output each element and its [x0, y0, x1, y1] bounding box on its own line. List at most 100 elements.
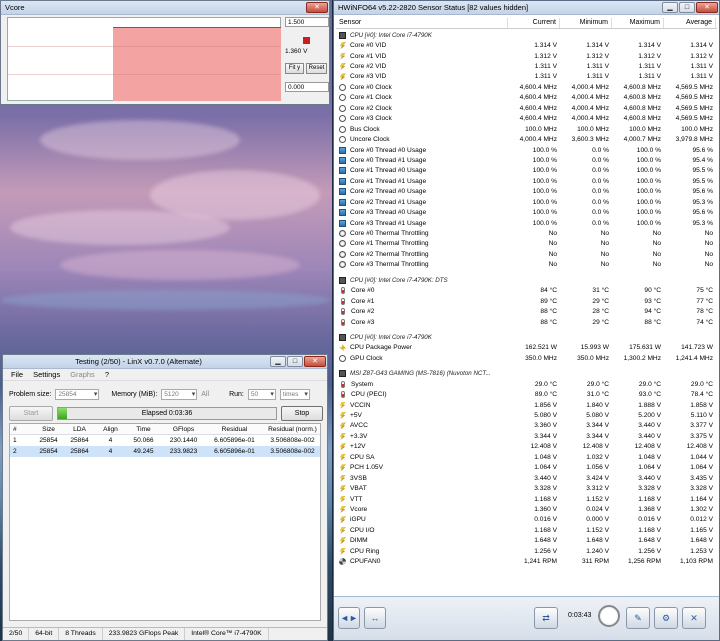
results-column-header[interactable]: Time	[124, 424, 160, 434]
network-icon[interactable]: ⇄	[534, 607, 558, 629]
sensor-row[interactable]: Core #1 89 °C 29 °C 93 °C 77 °C	[336, 296, 717, 306]
sensor-row[interactable]: Core #2 Thermal Throttling No No No No	[336, 249, 717, 259]
sensor-row[interactable]: Vcore 1.360 V 0.024 V 1.368 V 1.302 V	[336, 504, 717, 514]
memory-all-checkbox[interactable]: All	[201, 391, 209, 398]
results-column-header[interactable]: GFlops	[160, 424, 204, 434]
column-header-maximum[interactable]: Maximum	[612, 18, 664, 28]
linx-minimize-button[interactable]: ▁	[270, 356, 286, 367]
reset-button[interactable]: Reset	[306, 63, 327, 74]
sensor-row[interactable]: CPU (PECI) 89.0 °C 31.0 °C 93.0 °C 78.4 °C	[336, 389, 717, 399]
sensor-row[interactable]: Core #0 Thread #0 Usage 100.0 % 0.0 % 100.0…	[336, 145, 717, 155]
sensor-row[interactable]: CPU SA 1.048 V 1.032 V 1.048 V 1.044 V	[336, 452, 717, 462]
sensor-row[interactable]: Core #0 Thermal Throttling No No No No	[336, 228, 717, 238]
vcore-min-field[interactable]: 0.000	[285, 82, 329, 92]
sensor-row[interactable]: Core #1 VID 1.312 V 1.312 V 1.312 V 1.312 V	[336, 51, 717, 61]
results-column-header[interactable]: Size	[32, 424, 62, 434]
results-row[interactable]: 1 25854 25864 4 50.066 230.1440 6.605896e-01 3.…	[10, 435, 320, 446]
sensor-row[interactable]: Core #2 Thread #1 Usage 100.0 % 0.0 % 100.0…	[336, 197, 717, 207]
linx-titlebar[interactable]: Testing (2/50) - LinX v0.7.0 (Alternate)…	[3, 355, 327, 369]
sensor-row[interactable]: Uncore Clock 4,000.4 MHz 3,600.3 MHz 4,000.…	[336, 134, 717, 144]
start-button[interactable]: Start	[9, 406, 53, 421]
sensor-row[interactable]: Core #1 Thread #0 Usage 100.0 % 0.0 % 100.0…	[336, 166, 717, 176]
minimize-button[interactable]: ▁	[662, 2, 678, 13]
expand-icon[interactable]: ↔	[364, 607, 386, 629]
sensor-row[interactable]: CPU I/O 1.168 V 1.152 V 1.168 V 1.165 V	[336, 525, 717, 535]
close-button[interactable]: ✕	[696, 2, 718, 13]
sensor-row[interactable]: 3VSB 3.440 V 3.424 V 3.440 V 3.435 V	[336, 473, 717, 483]
results-column-header[interactable]: #	[10, 424, 32, 434]
menu-help[interactable]: ?	[105, 369, 109, 380]
sensor-row[interactable]: GPU Clock 350.0 MHz 350.0 MHz 1,300.2 MHz 1,…	[336, 353, 717, 363]
sensor-row[interactable]: Core #0 Clock 4,600.4 MHz 4,000.4 MHz 4,600…	[336, 82, 717, 92]
sensor-row[interactable]: Core #2 VID 1.311 V 1.311 V 1.311 V 1.311 V	[336, 61, 717, 71]
sensor-row[interactable]: DIMM 1.648 V 1.648 V 1.648 V 1.648 V	[336, 536, 717, 546]
exit-icon[interactable]: ✕	[682, 607, 706, 629]
fit-y-button[interactable]: Fit y	[285, 63, 304, 74]
sensor-row[interactable]: Bus Clock 100.0 MHz 100.0 MHz 100.0 MHz 100.…	[336, 124, 717, 134]
sensor-row[interactable]: Core #1 Thermal Throttling No No No No	[336, 239, 717, 249]
sensor-row[interactable]: VBAT 3.328 V 3.312 V 3.328 V 3.328 V	[336, 483, 717, 493]
results-row[interactable]: 2 25854 25864 4 49.245 233.9823 6.605896e-01 3.…	[10, 446, 320, 457]
sensor-row[interactable]: AVCC 3.360 V 3.344 V 3.440 V 3.377 V	[336, 421, 717, 431]
menu-graphs[interactable]: Graphs	[70, 369, 95, 380]
sensor-row[interactable]: Core #3 Clock 4,600.4 MHz 4,000.4 MHz 4,600…	[336, 114, 717, 124]
menu-settings[interactable]: Settings	[33, 369, 60, 380]
sensor-row[interactable]: Core #1 Clock 4,600.4 MHz 4,000.4 MHz 4,600…	[336, 93, 717, 103]
column-header-average[interactable]: Average	[664, 18, 716, 28]
column-header-sensor[interactable]: Sensor	[336, 18, 508, 28]
stop-button[interactable]: Stop	[281, 406, 323, 421]
linx-close-button[interactable]: ✕	[304, 356, 326, 367]
menu-file[interactable]: File	[11, 369, 23, 380]
sensor-row[interactable]: +12V 12.408 V 12.408 V 12.408 V 12.408 V	[336, 442, 717, 452]
results-column-header[interactable]: LDA	[62, 424, 94, 434]
run-unit-select[interactable]: times	[279, 389, 310, 400]
sensor-row[interactable]: Core #2 88 °C 28 °C 94 °C 78 °C	[336, 306, 717, 316]
sensor-row[interactable]: Core #2 Clock 4,600.4 MHz 4,000.4 MHz 4,600…	[336, 103, 717, 113]
sensor-row[interactable]: Core #0 VID 1.314 V 1.314 V 1.314 V 1.314 V	[336, 40, 717, 50]
sensor-group-header[interactable]: CPU [#0]: Intel Core i7-4790K	[336, 332, 717, 342]
sensor-group-header[interactable]: CPU [#0]: Intel Core i7-4790K	[336, 30, 717, 40]
sensor-row[interactable]: Core #3 88 °C 29 °C 88 °C 74 °C	[336, 317, 717, 327]
sensor-row[interactable]: Core #0 84 °C 31 °C 90 °C 75 °C	[336, 286, 717, 296]
sensor-row[interactable]: System 29.0 °C 29.0 °C 29.0 °C 29.0 °C	[336, 379, 717, 389]
column-header-minimum[interactable]: Minimum	[560, 18, 612, 28]
linx-maximize-button[interactable]: □	[287, 356, 303, 367]
sensor-row[interactable]: +5V 5.080 V 5.080 V 5.200 V 5.110 V	[336, 410, 717, 420]
report-icon[interactable]: ✎	[626, 607, 650, 629]
results-column-header[interactable]: Residual (norm.)	[262, 424, 320, 434]
sensor-row[interactable]: Core #3 Thermal Throttling No No No No	[336, 260, 717, 270]
sensor-row[interactable]: CPU Ring 1.256 V 1.240 V 1.256 V 1.253 V	[336, 546, 717, 556]
sensor-row[interactable]: CPUFAN0 1,241 RPM 311 RPM 1,256 RPM 1,103 RP…	[336, 556, 717, 566]
column-header-current[interactable]: Current	[508, 18, 560, 28]
vcore-max-field[interactable]: 1.500	[285, 17, 329, 27]
sensor-row[interactable]: CPU Package Power 162.521 W 15.993 W 175.63…	[336, 343, 717, 353]
problem-size-select[interactable]: 25854	[55, 389, 100, 400]
sensor-current: 89 °C	[540, 297, 557, 305]
results-column-header[interactable]: Align	[94, 424, 124, 434]
sensor-group-header[interactable]: MSI Z87-G43 GAMING (MS-7816) (Nuvoton NC…	[336, 369, 717, 379]
sensor-row[interactable]: Core #3 Thread #0 Usage 100.0 % 0.0 % 100.0…	[336, 207, 717, 217]
sensor-row[interactable]: VTT 1.168 V 1.152 V 1.168 V 1.164 V	[336, 494, 717, 504]
vcore-color-swatch[interactable]	[303, 37, 310, 44]
nav-left-right-icon[interactable]: ◄►	[338, 607, 360, 629]
sensor-row[interactable]: +3.3V 3.344 V 3.344 V 3.440 V 3.375 V	[336, 431, 717, 441]
sensor-row[interactable]: Core #2 Thread #0 Usage 100.0 % 0.0 % 100.0…	[336, 187, 717, 197]
vcore-close-button[interactable]: ✕	[306, 2, 328, 13]
vcore-titlebar[interactable]: Vcore ✕	[1, 1, 329, 15]
results-column-header[interactable]: Residual	[204, 424, 262, 434]
sensor-group-header[interactable]: CPU [#0]: Intel Core i7-4790K: DTS	[336, 275, 717, 285]
memory-select[interactable]: 5120	[161, 389, 198, 400]
run-count-select[interactable]: 50	[247, 389, 276, 400]
sensor-row[interactable]: Core #3 Thread #1 Usage 100.0 % 0.0 % 100.0…	[336, 218, 717, 228]
sensor-row[interactable]: Core #0 Thread #1 Usage 100.0 % 0.0 % 100.0…	[336, 155, 717, 165]
sensor-row[interactable]: iGPU 0.016 V 0.000 V 0.016 V 0.012 V	[336, 515, 717, 525]
sensor-row[interactable]: Core #3 VID 1.311 V 1.311 V 1.311 V 1.311 V	[336, 72, 717, 82]
maximize-button[interactable]: □	[679, 2, 695, 13]
hwinfo-titlebar[interactable]: HWiNFO64 v5.22-2820 Sensor Status [82 va…	[334, 1, 719, 15]
sensor-row[interactable]: VCCIN 1.856 V 1.840 V 1.888 V 1.858 V	[336, 400, 717, 410]
sensor-name: Core #2 VID	[350, 63, 387, 71]
sensor-row[interactable]: Core #1 Thread #1 Usage 100.0 % 0.0 % 100.0…	[336, 176, 717, 186]
clock-icon[interactable]	[598, 605, 620, 627]
settings-icon[interactable]: ⚙	[654, 607, 678, 629]
sensor-row[interactable]: PCH 1.05V 1.064 V 1.056 V 1.064 V 1.064 V	[336, 463, 717, 473]
